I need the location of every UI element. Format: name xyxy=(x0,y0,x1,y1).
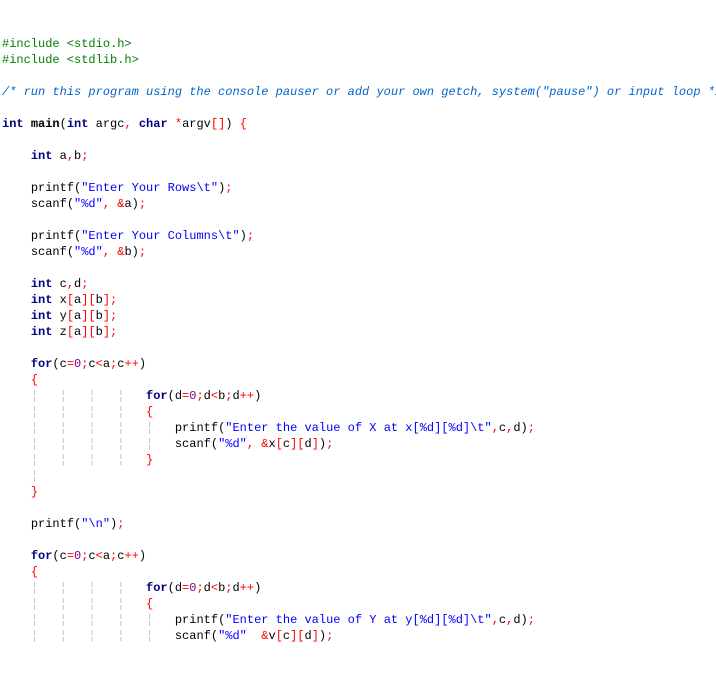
tok: ) xyxy=(132,197,139,211)
tok: ( xyxy=(52,357,59,371)
tok: ( xyxy=(218,613,225,627)
tok: , xyxy=(103,197,110,211)
tok: ) xyxy=(254,389,261,403)
tok: ) xyxy=(132,245,139,259)
tok: ; xyxy=(225,581,232,595)
tok: ) xyxy=(240,229,247,243)
tok: ¦ ¦ ¦ ¦ ¦ xyxy=(31,421,175,435)
tok: } xyxy=(31,485,38,499)
tok: int xyxy=(31,293,53,307)
tok: ¦ ¦ ¦ ¦ ¦ xyxy=(31,613,175,627)
tok: for xyxy=(31,357,53,371)
tok: ; xyxy=(225,181,232,195)
tok: ( xyxy=(211,437,218,451)
tok: <stdlib.h> xyxy=(67,53,139,67)
tok: ¦ ¦ ¦ ¦ xyxy=(31,389,146,403)
tok: ; xyxy=(196,581,203,595)
tok: for xyxy=(31,549,53,563)
tok: , xyxy=(67,149,74,163)
tok: int xyxy=(31,149,53,163)
tok: ; xyxy=(326,629,333,643)
tok: ) xyxy=(139,357,146,371)
tok: , xyxy=(103,245,110,259)
tok: "Enter Your Columns\t" xyxy=(81,229,239,243)
tok: ( xyxy=(211,629,218,643)
tok: ; xyxy=(326,437,333,451)
tok: int xyxy=(67,117,89,131)
tok: { xyxy=(146,405,153,419)
tok: #include xyxy=(2,37,67,51)
tok: ; xyxy=(139,245,146,259)
tok: "Enter Your Rows\t" xyxy=(81,181,218,195)
tok: ¦ ¦ ¦ ¦ xyxy=(31,597,146,611)
tok: { xyxy=(31,373,38,387)
tok: ; xyxy=(196,389,203,403)
tok: ) xyxy=(139,549,146,563)
tok: #include xyxy=(2,53,67,67)
tok: ¦ ¦ ¦ ¦ ¦ xyxy=(31,437,175,451)
tok: "%d" xyxy=(74,245,103,259)
tok: ) xyxy=(225,117,232,131)
tok: for xyxy=(146,581,168,595)
tok: ; xyxy=(117,517,124,531)
tok: ; xyxy=(247,229,254,243)
tok: , xyxy=(492,613,499,627)
tok: ; xyxy=(110,309,117,323)
tok: ¦ ¦ ¦ ¦ ¦ xyxy=(31,629,175,643)
tok: 0 xyxy=(189,581,196,595)
tok: "\n" xyxy=(81,517,110,531)
tok: ; xyxy=(110,325,117,339)
tok: "Enter the value of Y at y[%d][%d]\t" xyxy=(225,613,491,627)
tok: ( xyxy=(67,245,74,259)
tok: ( xyxy=(52,549,59,563)
tok: } xyxy=(146,453,153,467)
tok: , xyxy=(124,117,131,131)
tok: char xyxy=(139,117,168,131)
tok: , xyxy=(247,437,254,451)
tok: ( xyxy=(67,197,74,211)
tok: <stdio.h> xyxy=(67,37,132,51)
tok: ( xyxy=(60,117,67,131)
tok: ; xyxy=(139,197,146,211)
code-viewer: #include <stdio.h> #include <stdlib.h> /… xyxy=(2,36,714,644)
tok: int xyxy=(31,325,53,339)
tok: ; xyxy=(81,277,88,291)
tok: { xyxy=(31,565,38,579)
tok: , xyxy=(492,421,499,435)
tok: ) xyxy=(254,581,261,595)
tok: ; xyxy=(528,613,535,627)
tok: int xyxy=(31,309,53,323)
tok: "%d" xyxy=(218,437,247,451)
tok: ¦ xyxy=(31,469,60,483)
tok: "%d" xyxy=(218,629,247,643)
tok: , xyxy=(67,277,74,291)
tok: ; xyxy=(528,421,535,435)
tok: int xyxy=(31,277,53,291)
tok: ; xyxy=(81,149,88,163)
tok: { xyxy=(240,117,247,131)
tok: ¦ ¦ ¦ ¦ xyxy=(31,581,146,595)
tok: ) xyxy=(319,629,326,643)
tok: ¦ ¦ ¦ ¦ xyxy=(31,405,146,419)
tok: ) xyxy=(521,613,528,627)
tok: int xyxy=(2,117,24,131)
tok: ( xyxy=(168,389,175,403)
tok: /* run this program using the console pa… xyxy=(2,85,716,99)
tok: for xyxy=(146,389,168,403)
tok: ; xyxy=(110,293,117,307)
tok: ¦ ¦ ¦ ¦ xyxy=(31,453,146,467)
tok: { xyxy=(146,597,153,611)
tok: ( xyxy=(168,581,175,595)
tok: "%d" xyxy=(74,197,103,211)
tok: ) xyxy=(521,421,528,435)
tok: , xyxy=(506,613,513,627)
tok: "Enter the value of X at x[%d][%d]\t" xyxy=(225,421,491,435)
